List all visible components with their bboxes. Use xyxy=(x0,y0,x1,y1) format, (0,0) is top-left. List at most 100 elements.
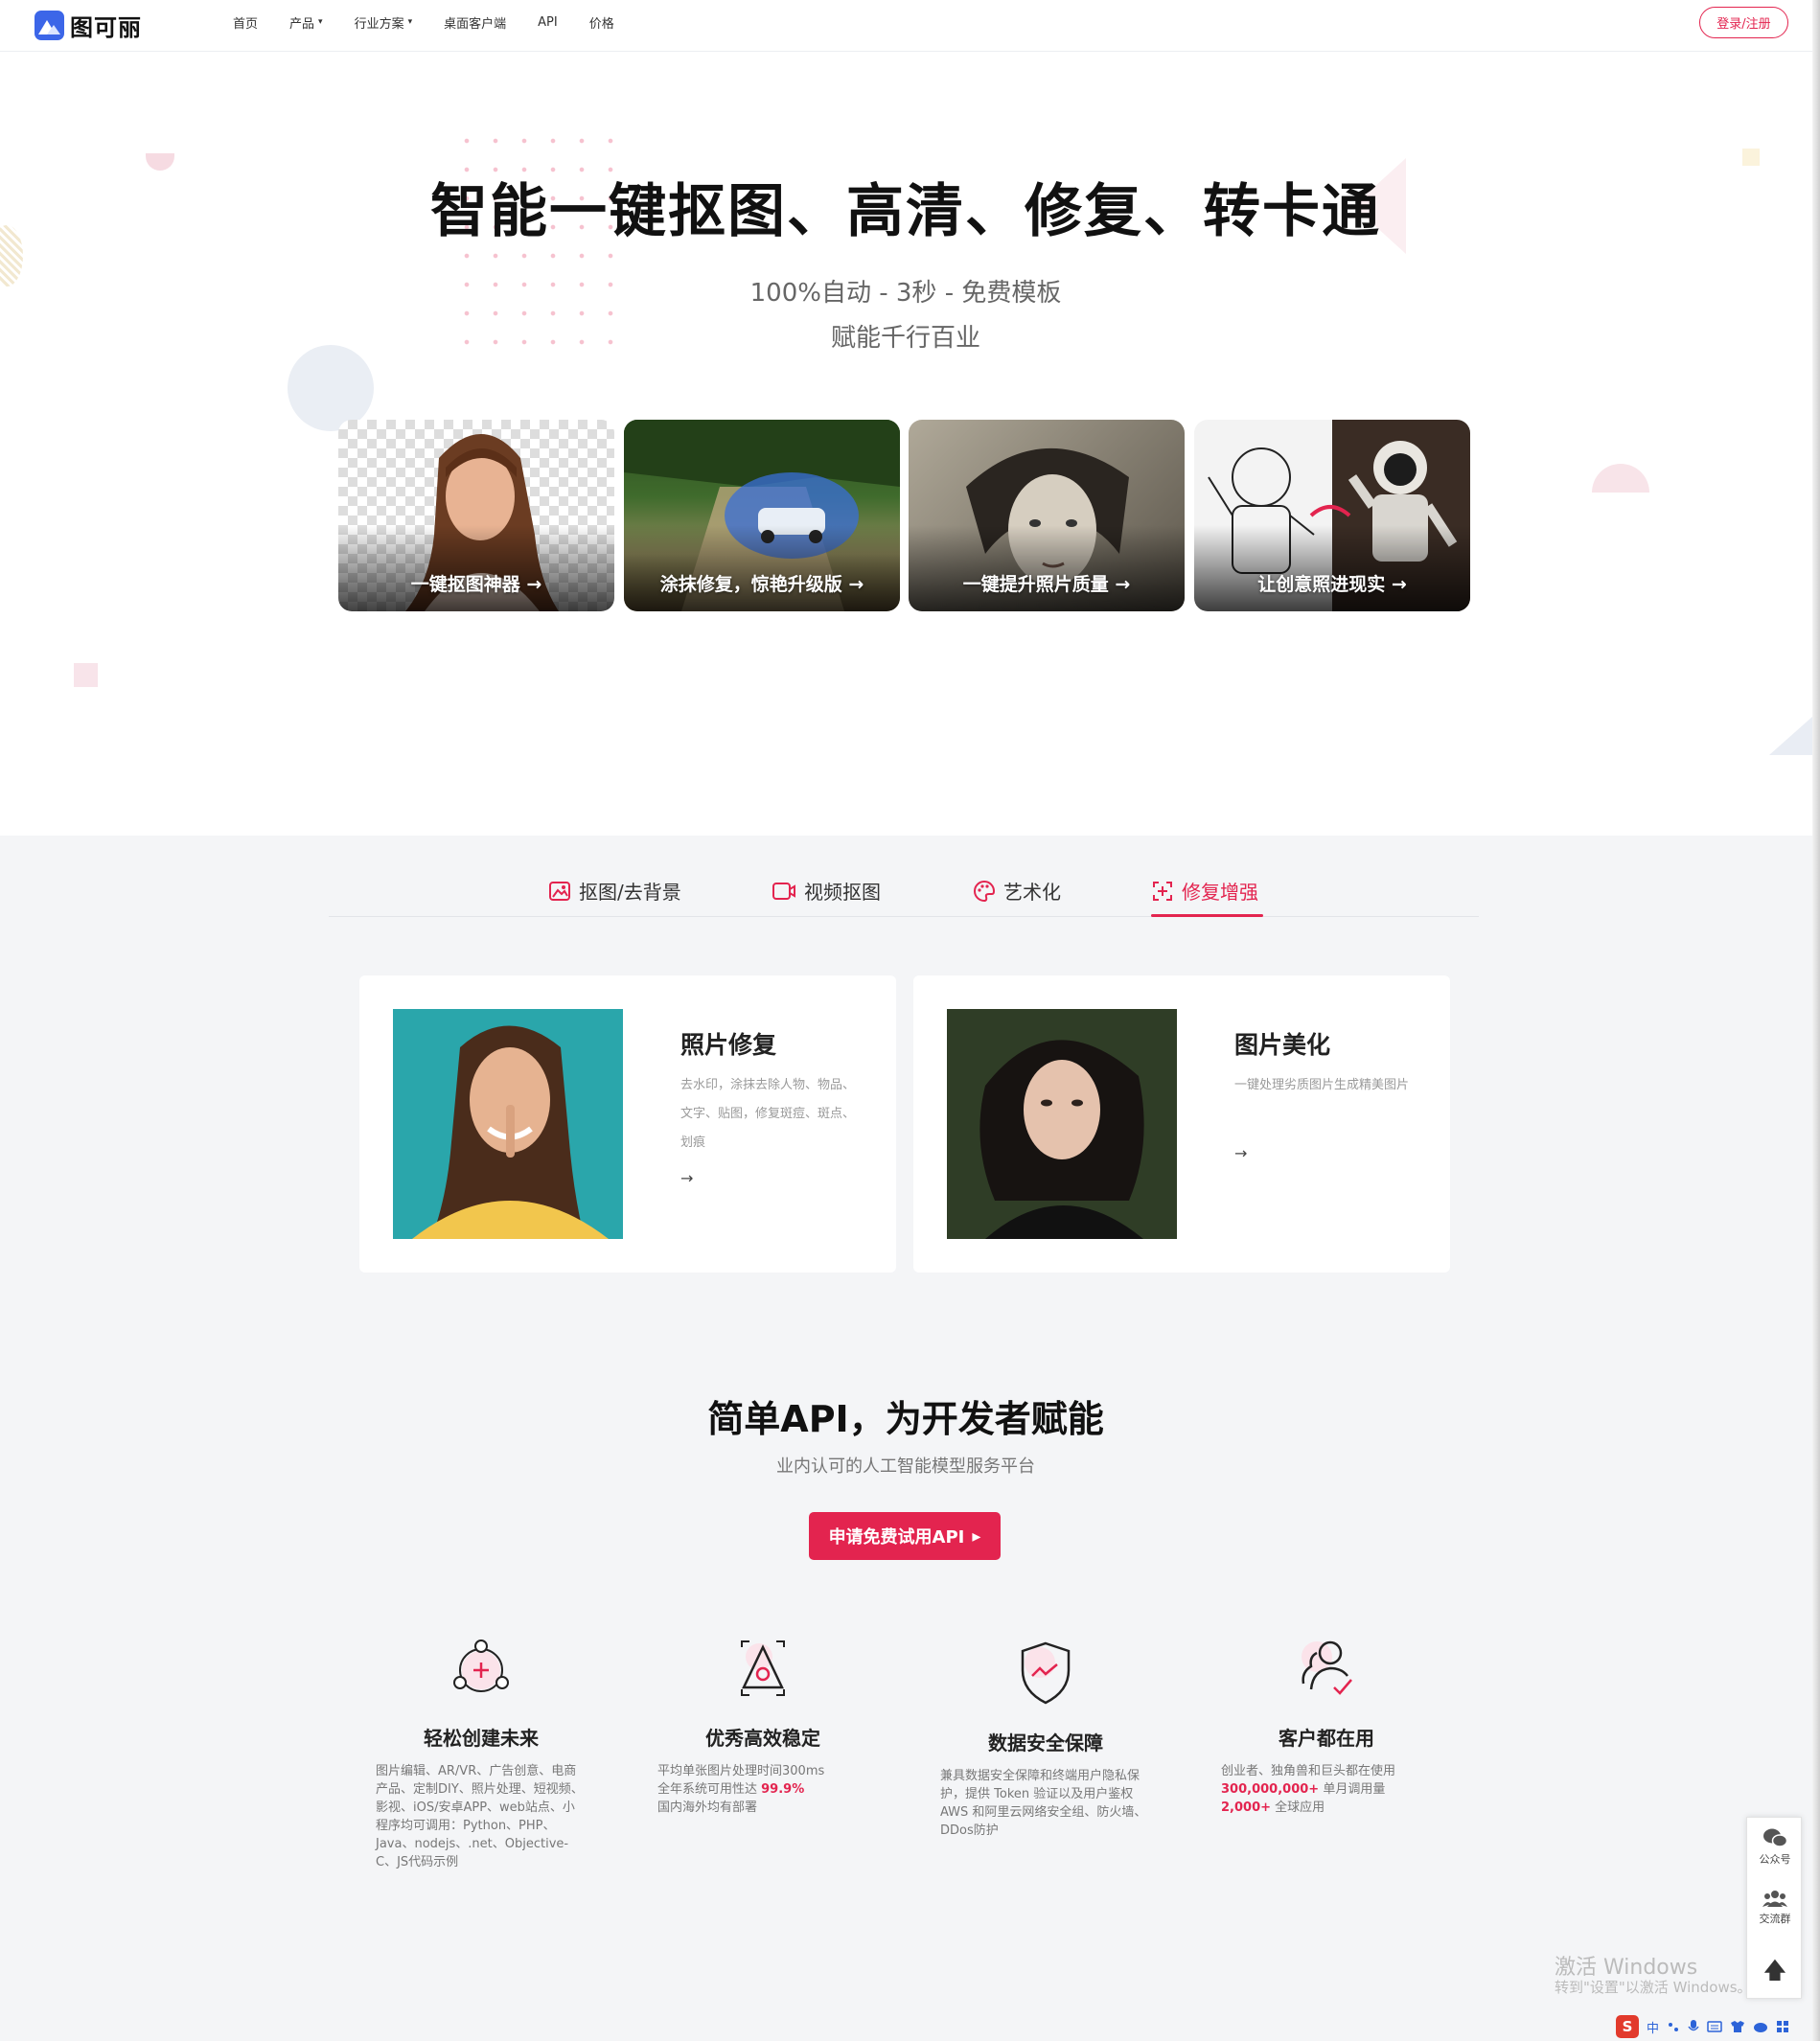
benefit-text: 全球应用 xyxy=(1271,1800,1325,1815)
ime-toolbar: S 中 xyxy=(1616,2014,1812,2039)
feature-card-title: 照片修复 xyxy=(680,1031,777,1059)
api-section-title: 简单API，为开发者赋能 xyxy=(707,1398,1104,1440)
sogou-ime-icon[interactable]: S xyxy=(1616,2015,1639,2038)
wechat-icon xyxy=(1763,1828,1788,1847)
tab-video[interactable]: 视频抠图 xyxy=(772,877,881,905)
card-gradient-overlay xyxy=(624,525,900,611)
benefit-title: 客户都在用 xyxy=(1279,1727,1374,1750)
card-label: 一键抠图神器 → xyxy=(410,574,542,595)
triangle-decoration xyxy=(1769,717,1812,755)
card-cutout[interactable]: 一键抠图神器 → xyxy=(338,420,614,611)
circle-decoration xyxy=(288,345,374,431)
keyboard-icon[interactable] xyxy=(1707,2021,1722,2032)
page-scrollbar[interactable] xyxy=(1812,0,1820,2041)
tab-label: 修复增强 xyxy=(1182,881,1258,904)
apply-free-api-button[interactable]: 申请免费试用API ▸ xyxy=(809,1512,1001,1560)
nav-item-label: 行业方案 xyxy=(354,16,404,32)
benefit-line: 300,000,000+ 单月调用量 xyxy=(1221,1780,1432,1799)
wechat-official-button[interactable]: 公众号 xyxy=(1747,1827,1803,1867)
logo-mountain-icon xyxy=(35,11,64,40)
card-gradient-overlay xyxy=(338,525,614,611)
sidebar-label: 交流群 xyxy=(1759,1913,1791,1925)
tab-label: 视频抠图 xyxy=(804,881,881,904)
card-creative[interactable]: 让创意照进现实 → xyxy=(1194,420,1470,611)
efficient-icon xyxy=(741,1640,785,1696)
benefit-title: 轻松创建未来 xyxy=(424,1727,539,1750)
nav-item-products[interactable]: 产品 ▾ xyxy=(289,13,323,32)
caret-right-icon: ▸ xyxy=(972,1525,981,1547)
nav-item-api[interactable]: API xyxy=(538,15,558,30)
hero-subtitle: 100%自动 - 3秒 - 免费模板 xyxy=(749,279,1062,308)
benefit-line: 2,000+ 全球应用 xyxy=(1221,1799,1432,1817)
woman-smiling-photo xyxy=(412,1025,609,1239)
nav-menu: 首页 产品 ▾ 行业方案 ▾ 桌面客户端 API 价格 xyxy=(233,0,614,44)
nav-item-industry[interactable]: 行业方案 ▾ xyxy=(355,13,413,32)
windows-activation-hint: 转到"设置"以激活 Windows。 xyxy=(1555,1979,1752,1996)
feature-tabs: 抠图/去背景 视频抠图 艺术化 修复增强 xyxy=(329,867,1479,917)
tab-cutout[interactable]: 抠图/去背景 xyxy=(548,877,681,905)
microphone-icon[interactable] xyxy=(1688,2019,1699,2034)
benefit-text: 全年系统可用性达 xyxy=(657,1782,762,1797)
hero-subtitle-2: 赋能千行百业 xyxy=(830,324,980,353)
benefit-title: 数据安全保障 xyxy=(988,1731,1103,1754)
tab-enhance[interactable]: 修复增强 xyxy=(1151,877,1258,905)
arrow-right-icon[interactable]: → xyxy=(1234,1144,1247,1162)
card-gradient-overlay xyxy=(909,525,1185,611)
half-circle-decoration xyxy=(1592,464,1649,493)
benefit-text: 单月调用量 xyxy=(1319,1782,1386,1797)
site-logo[interactable]: 图可丽 xyxy=(35,9,142,42)
top-navbar: 图可丽 首页 产品 ▾ 行业方案 ▾ 桌面客户端 API 价格 登录/注册 xyxy=(0,0,1820,52)
shield-icon xyxy=(1021,1641,1071,1705)
nav-item-label: 首页 xyxy=(233,16,259,32)
grid-menu-icon[interactable] xyxy=(1776,2020,1789,2033)
nav-item-home[interactable]: 首页 xyxy=(233,13,258,32)
group-chat-button[interactable]: 交流群 xyxy=(1747,1889,1803,1926)
feature-card-description: 去水印，涂抹去除人物、物品、文字、贴图，修复斑痘、斑点、划痕 xyxy=(680,1078,856,1150)
square-decoration xyxy=(74,663,98,687)
arrow-right-icon[interactable]: → xyxy=(680,1169,693,1187)
nav-item-label: 价格 xyxy=(588,16,614,32)
cloud-icon[interactable] xyxy=(1753,2021,1768,2032)
benefit-description: 平均单张图片处理时间300ms 全年系统可用性达 99.9% 国内海外均有部署 xyxy=(657,1762,868,1817)
group-icon xyxy=(1762,1891,1787,1907)
tab-label: 抠图/去背景 xyxy=(579,881,681,904)
image-icon xyxy=(549,881,570,901)
benefit-line: 平均单张图片处理时间300ms xyxy=(657,1764,825,1778)
calls-highlight: 300,000,000+ xyxy=(1221,1782,1320,1797)
apps-highlight: 2,000+ xyxy=(1221,1800,1272,1815)
ime-mode-indicator[interactable]: 中 xyxy=(1647,2018,1659,2036)
feature-card-image-beautify[interactable]: 图片美化 一键处理劣质图片生成精美图片 → xyxy=(913,975,1450,1273)
card-inpaint[interactable]: 涂抹修复，惊艳升级版 → xyxy=(624,420,900,611)
nav-item-label: API xyxy=(538,14,558,30)
nav-item-desktop-client[interactable]: 桌面客户端 xyxy=(444,13,506,32)
palette-icon xyxy=(974,880,996,902)
hero-title: 智能一键抠图、高清、修复、转卡通 xyxy=(430,178,1381,245)
button-label: 申请免费试用API xyxy=(828,1527,965,1548)
nav-item-label: 桌面客户端 xyxy=(444,16,507,32)
feature-card-photo-repair[interactable]: 照片修复 去水印，涂抹去除人物、物品、文字、贴图，修复斑痘、斑点、划痕 → xyxy=(359,975,896,1273)
skin-icon[interactable] xyxy=(1730,2020,1745,2033)
card-label: 一键提升照片质量 → xyxy=(962,574,1131,595)
benefit-line: 创业者、独角兽和巨头都在使用 xyxy=(1221,1764,1396,1778)
enhance-icon xyxy=(1153,881,1172,901)
nav-item-label: 产品 xyxy=(289,16,315,32)
square-decoration xyxy=(1742,149,1760,166)
caret-down-icon: ▾ xyxy=(407,17,413,27)
caret-down-icon: ▾ xyxy=(318,17,323,27)
back-to-top-button[interactable]: 🡅 xyxy=(1747,1954,1803,1993)
create-icon xyxy=(453,1640,509,1692)
logo-text: 图可丽 xyxy=(70,14,142,41)
benefit-title: 优秀高效稳定 xyxy=(705,1727,820,1750)
login-register-button[interactable]: 登录/注册 xyxy=(1699,7,1788,38)
feature-card-description: 一键处理劣质图片生成精美图片 xyxy=(1234,1078,1410,1092)
benefit-description: 兼具数据安全保障和终端用户隐私保护，提供 Token 验证以及用户鉴权AWS 和… xyxy=(940,1769,1147,1838)
nav-item-pricing[interactable]: 价格 xyxy=(589,13,614,32)
uptime-highlight: 99.9% xyxy=(761,1782,805,1797)
punctuation-icon[interactable] xyxy=(1667,2020,1680,2033)
api-section-subtitle: 业内认可的人工智能模型服务平台 xyxy=(776,1456,1035,1477)
feature-card-image xyxy=(393,1009,623,1239)
tab-art[interactable]: 艺术化 xyxy=(973,877,1061,905)
arrow-up-icon: 🡅 xyxy=(1762,1957,1787,1984)
card-enhance[interactable]: 一键提升照片质量 → xyxy=(909,420,1185,611)
woman-curly-hair-photo xyxy=(979,1040,1144,1239)
